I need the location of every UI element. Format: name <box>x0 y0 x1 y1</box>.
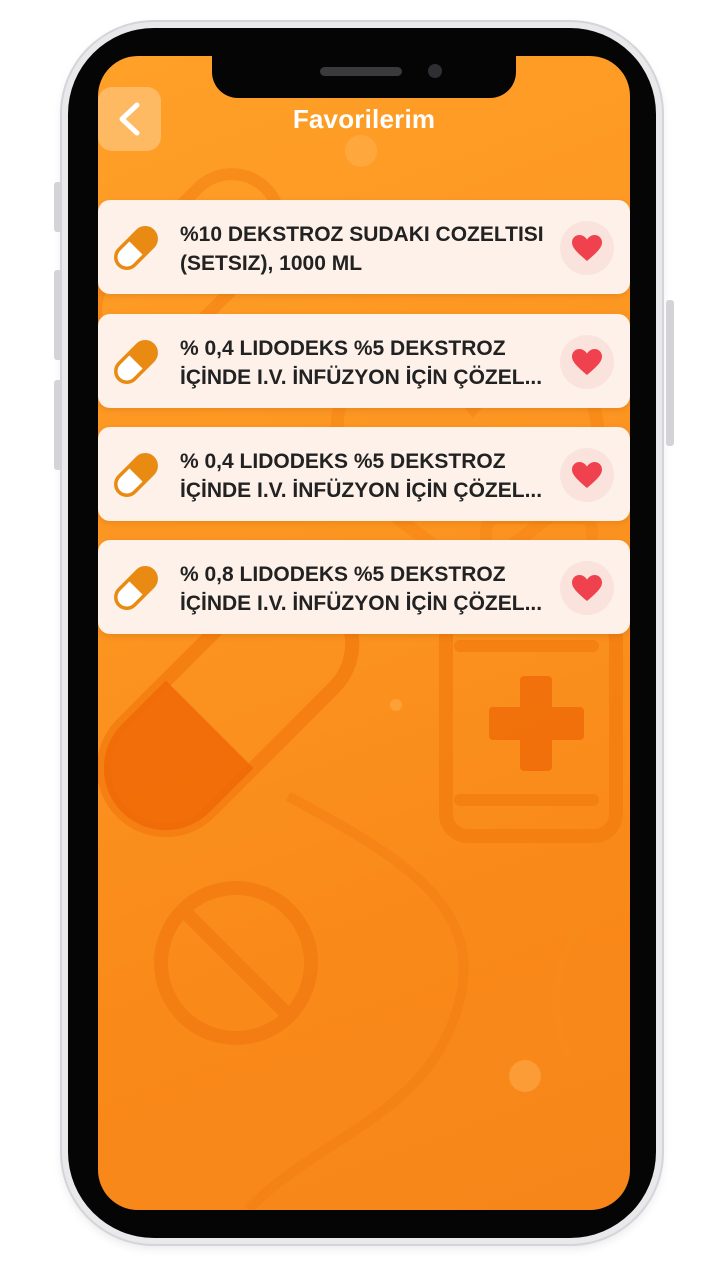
favorite-item[interactable]: % 0,4 LIDODEKS %5 DEKSTROZ İÇİNDE I.V. İ… <box>98 314 630 408</box>
phone-camera <box>428 64 442 78</box>
volume-down-button <box>54 380 62 470</box>
app-screen: Favorilerim %10 DEKSTROZ SUDAKI COZELTIS… <box>98 56 630 1210</box>
favorite-toggle-button[interactable] <box>560 561 614 615</box>
favorite-item-title: % 0,4 LIDODEKS %5 DEKSTROZ İÇİNDE I.V. İ… <box>180 447 560 505</box>
favorite-item[interactable]: %10 DEKSTROZ SUDAKI COZELTISI (SETSIZ), … <box>98 200 630 294</box>
power-button <box>666 300 674 446</box>
favorite-item-title: % 0,8 LIDODEKS %5 DEKSTROZ İÇİNDE I.V. İ… <box>180 560 560 618</box>
heart-icon <box>572 349 602 375</box>
heart-icon <box>572 462 602 488</box>
favorite-item-line2: İÇİNDE I.V. İNFÜZYON İÇİN ÇÖZEL... <box>180 479 543 502</box>
heart-icon <box>572 235 602 261</box>
pill-icon <box>114 226 158 270</box>
phone-speaker <box>320 67 402 76</box>
favorite-item-title: %10 DEKSTROZ SUDAKI COZELTISI (SETSIZ), … <box>180 220 560 278</box>
favorite-item[interactable]: % 0,4 LIDODEKS %5 DEKSTROZ İÇİNDE I.V. İ… <box>98 427 630 521</box>
favorite-item-title: % 0,4 LIDODEKS %5 DEKSTROZ İÇİNDE I.V. İ… <box>180 334 560 392</box>
heart-icon <box>572 575 602 601</box>
favorite-toggle-button[interactable] <box>560 448 614 502</box>
favorite-item-line1: % 0,4 LIDODEKS %5 DEKSTROZ <box>180 450 506 473</box>
pill-icon <box>114 453 158 497</box>
favorite-item-line2: İÇİNDE I.V. İNFÜZYON İÇİN ÇÖZEL... <box>180 592 543 615</box>
mute-switch <box>54 182 62 232</box>
volume-up-button <box>54 270 62 360</box>
pill-icon <box>114 566 158 610</box>
favorite-toggle-button[interactable] <box>560 221 614 275</box>
favorite-item-line1: % 0,4 LIDODEKS %5 DEKSTROZ <box>180 337 506 360</box>
favorite-toggle-button[interactable] <box>560 335 614 389</box>
phone-notch <box>212 56 516 98</box>
favorite-item-line1: % 0,8 LIDODEKS %5 DEKSTROZ <box>180 563 506 586</box>
favorite-item-line1: %10 DEKSTROZ SUDAKI COZELTISI <box>180 223 544 246</box>
favorite-item[interactable]: % 0,8 LIDODEKS %5 DEKSTROZ İÇİNDE I.V. İ… <box>98 540 630 634</box>
favorite-item-line2: (SETSIZ), 1000 ML <box>180 252 363 275</box>
page-title: Favorilerim <box>292 104 436 134</box>
pill-icon <box>114 340 158 384</box>
favorite-item-line2: İÇİNDE I.V. İNFÜZYON İÇİN ÇÖZEL... <box>180 366 543 389</box>
